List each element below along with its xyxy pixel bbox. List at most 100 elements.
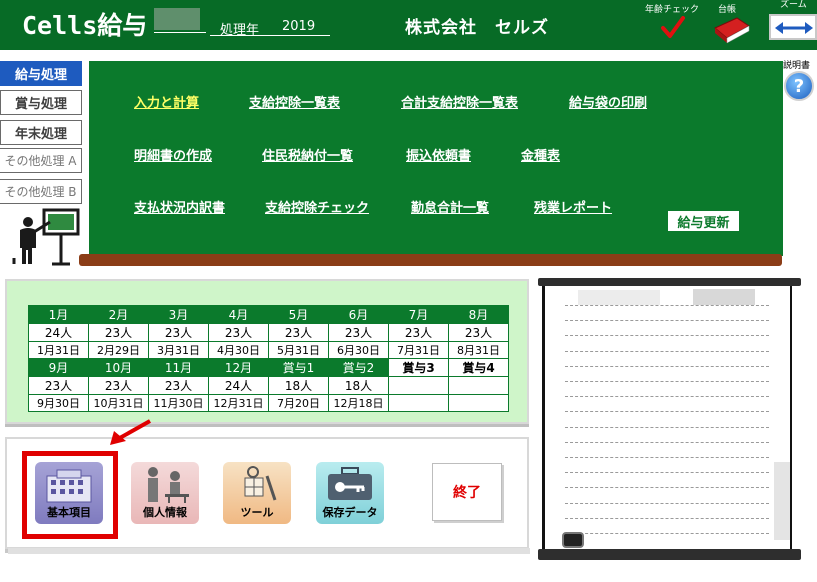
panel-shadow (8, 548, 530, 554)
month-cell-count: 18人 (268, 376, 329, 395)
year-underline (210, 35, 330, 36)
month-cell-name[interactable]: 賞与2 (328, 358, 389, 377)
briefcase-key-icon (328, 467, 372, 500)
saved-data-button[interactable]: 保存データ (316, 462, 384, 524)
tools-icon (244, 466, 277, 501)
ruled-line (565, 350, 769, 352)
month-cell-count: 23人 (388, 323, 449, 342)
sidebar-item-bonus[interactable]: 賞与処理 (0, 90, 82, 115)
month-row-date: 1月31日 2月29日 3月31日 4月30日 5月31日 6月30日 7月31日 8月31日 (28, 341, 509, 359)
month-cell-date: 12月31日 (208, 394, 269, 412)
zoom-label: ズーム (780, 0, 807, 10)
header-bar: Cells給与 処理年 2019 株式会社 セルズ 年齢チェック 台帳 ズーム (0, 0, 817, 50)
link-payment-check[interactable]: 支給控除チェック (265, 197, 369, 216)
month-cell-name[interactable]: 5月 (268, 305, 329, 324)
month-cell-date: 7月31日 (388, 341, 449, 359)
month-cell-name[interactable]: 12月 (208, 358, 269, 377)
month-cell-name[interactable]: 11月 (148, 358, 209, 377)
month-cell-name[interactable]: 7月 (388, 305, 449, 324)
link-resident-tax-list[interactable]: 住民税納付一覧 (262, 145, 353, 164)
month-cell-name[interactable]: 4月 (208, 305, 269, 324)
month-cell-date: 9月30日 (28, 394, 89, 412)
month-cell-date: 2月29日 (88, 341, 149, 359)
month-cell-count: 18人 (328, 376, 389, 395)
sidebar-item-year-end[interactable]: 年末処理 (0, 120, 82, 145)
month-cell-name[interactable]: 6月 (328, 305, 389, 324)
saved-data-label: 保存データ (322, 506, 378, 519)
month-cell-count: 23人 (328, 323, 389, 342)
exit-button[interactable]: 終了 (432, 463, 502, 521)
zoom-button[interactable]: ズーム (766, 0, 817, 46)
scroll-handle[interactable] (562, 532, 584, 548)
redacted-side (774, 462, 790, 540)
salary-update-button[interactable]: 給与更新 (668, 211, 739, 231)
ruled-line (565, 426, 769, 428)
month-cell-name[interactable]: 賞与1 (268, 358, 329, 377)
book-icon (714, 17, 750, 44)
link-denomination-table[interactable]: 金種表 (521, 145, 560, 164)
year-value[interactable]: 2019 (282, 19, 315, 34)
ruled-line (565, 320, 769, 322)
month-cell-name[interactable]: 賞与4 (448, 358, 509, 377)
ruled-line (565, 396, 769, 398)
ruled-line (565, 487, 769, 489)
link-attendance-total[interactable]: 勤怠合計一覧 (411, 197, 489, 216)
month-cell-name[interactable]: 2月 (88, 305, 149, 324)
month-cell-date (448, 394, 509, 412)
personal-info-button[interactable]: 個人情報 (131, 462, 199, 524)
sidebar-item-other-a[interactable]: その他処理 A (0, 148, 82, 173)
month-cell-date (388, 394, 449, 412)
sidebar-item-other-b[interactable]: その他処理 B (0, 179, 82, 204)
month-cell-date: 10月31日 (88, 394, 149, 412)
month-cell-name[interactable]: 賞与3 (388, 358, 449, 377)
link-total-payment-list[interactable]: 合計支給控除一覧表 (401, 92, 518, 111)
month-cell-count: 23人 (88, 323, 149, 342)
age-check-button[interactable]: 年齢チェック (645, 2, 701, 46)
help-button[interactable]: 説明書 ? (781, 58, 817, 114)
expand-arrows-icon (775, 22, 813, 34)
link-pay-envelope-print[interactable]: 給与袋の印刷 (569, 92, 647, 111)
month-cell-date: 12月18日 (328, 394, 389, 412)
link-overtime-report[interactable]: 残業レポート (534, 197, 612, 216)
link-transfer-request[interactable]: 振込依頼書 (406, 145, 471, 164)
field-underline (154, 32, 206, 33)
lecturer-icon (12, 208, 80, 266)
ruled-line (565, 502, 769, 504)
month-cell-name[interactable]: 3月 (148, 305, 209, 324)
link-payment-breakdown[interactable]: 支払状況内訳書 (134, 197, 225, 216)
month-cell-name[interactable]: 10月 (88, 358, 149, 377)
ruled-line (565, 517, 769, 519)
personal-info-label: 個人情報 (143, 506, 187, 519)
redacted-header-b (693, 289, 755, 305)
tool-label: ツール (240, 506, 274, 519)
ruled-line (565, 472, 769, 474)
month-cell-count (388, 376, 449, 395)
month-cell-date: 1月31日 (28, 341, 89, 359)
ruled-line (565, 411, 769, 413)
month-cell-name[interactable]: 9月 (28, 358, 89, 377)
month-cell-count: 23人 (28, 376, 89, 395)
ledger-button[interactable]: 台帳 (709, 2, 755, 46)
link-input-calc[interactable]: 入力と計算 (134, 92, 199, 111)
highlight-frame (22, 451, 118, 539)
redacted-header-a (578, 290, 660, 305)
month-cell-date: 6月30日 (328, 341, 389, 359)
tool-button[interactable]: ツール (223, 462, 291, 524)
month-cell-date: 7月20日 (268, 394, 329, 412)
link-payment-list[interactable]: 支給控除一覧表 (249, 92, 340, 111)
month-cell-count: 23人 (268, 323, 329, 342)
sidebar-item-salary[interactable]: 給与処理 (0, 61, 82, 86)
link-statement-create[interactable]: 明細書の作成 (134, 145, 212, 164)
month-cell-name[interactable]: 8月 (448, 305, 509, 324)
month-row-date: 9月30日 10月31日 11月30日 12月31日 7月20日 12月18日 (28, 394, 509, 412)
month-cell-count: 23人 (148, 376, 209, 395)
ruled-line (565, 441, 769, 443)
month-cell-date: 5月31日 (268, 341, 329, 359)
ruled-line (565, 457, 769, 458)
app-title: Cells給与 (22, 11, 148, 40)
month-cell-date: 11月30日 (148, 394, 209, 412)
month-cell-name[interactable]: 1月 (28, 305, 89, 324)
ruled-line (565, 335, 769, 337)
month-cell-count: 23人 (448, 323, 509, 342)
help-label: 説明書 (783, 61, 811, 71)
